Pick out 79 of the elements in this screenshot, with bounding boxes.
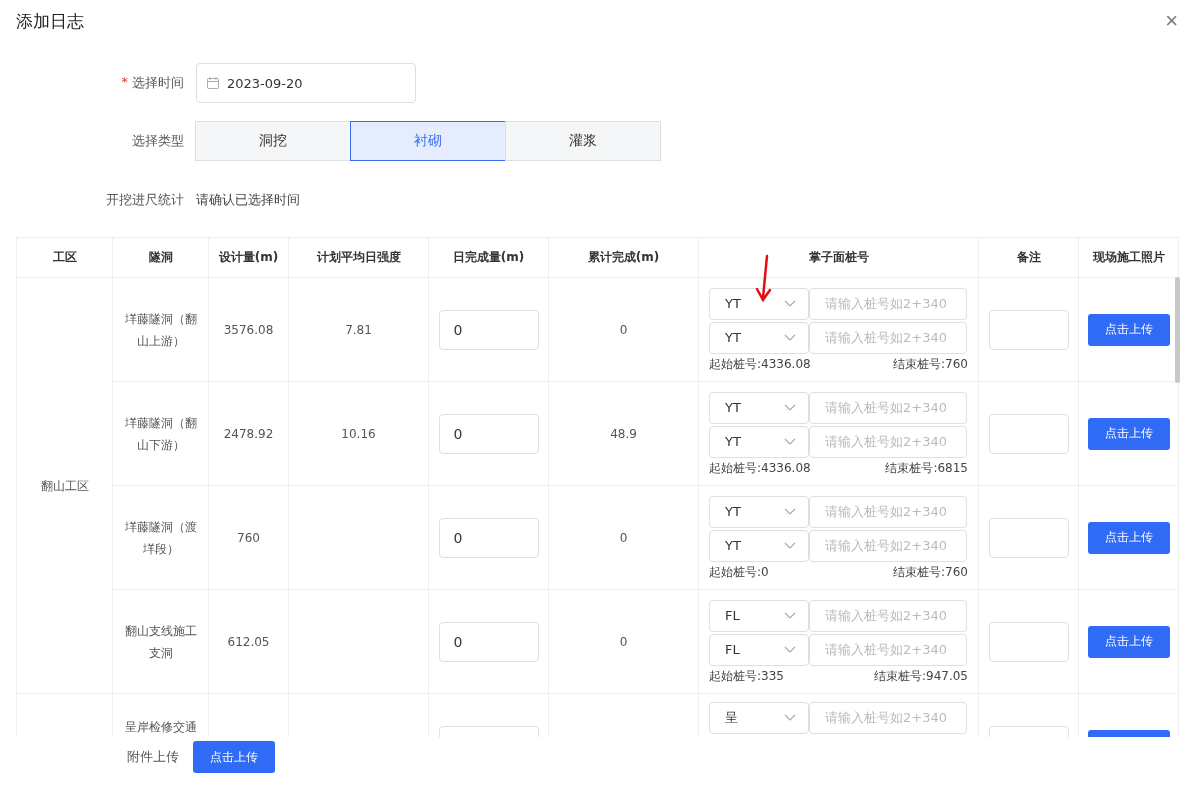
required-mark: * (121, 74, 128, 91)
daily-amount-input[interactable]: 0 (438, 413, 539, 454)
daily-amount-input[interactable]: 0 (438, 621, 539, 662)
design-amount: 2478.92 (223, 426, 274, 441)
plan-intensity: 10.16 (341, 426, 376, 441)
chevron-down-icon (784, 645, 796, 654)
upload-button[interactable]: 点击上传 (1087, 313, 1170, 346)
tunnel-name: 垟藤隧洞（翻山下游） (124, 415, 197, 452)
tunnel-name: 垟藤隧洞（渡垟段） (124, 519, 197, 556)
scrollbar-thumb[interactable] (1175, 277, 1180, 383)
end-stake: 结束桩号:760 (893, 355, 968, 372)
end-stake: 结束桩号:947.05 (873, 667, 968, 684)
type-option[interactable]: 灌浆 (505, 121, 661, 161)
type-option[interactable]: 衬砌 (350, 121, 506, 161)
close-button[interactable]: × (1159, 8, 1184, 34)
upload-button[interactable]: 点击上传 (1087, 417, 1170, 450)
chevron-down-icon (784, 299, 796, 308)
prefix-select[interactable]: YT (709, 321, 809, 354)
column-header: 累计完成(m) (548, 237, 699, 278)
column-header: 日完成量(m) (428, 237, 549, 278)
plan-intensity: 7.81 (345, 322, 372, 337)
prefix-select[interactable]: FL (709, 599, 809, 632)
prefix-select[interactable]: YT (709, 425, 809, 458)
chevron-down-icon (784, 611, 796, 620)
prefix-select[interactable]: YT (709, 529, 809, 562)
tunnel-name: 呈岸检修交通 (124, 720, 197, 734)
total-amount: 0 (619, 634, 628, 649)
end-stake: 结束桩号:760 (893, 563, 968, 580)
column-header: 备注 (978, 237, 1079, 278)
calendar-icon (207, 77, 219, 89)
total-amount: 0 (619, 322, 628, 337)
remark-input[interactable] (988, 309, 1069, 350)
start-stake: 起始桩号:0 (709, 563, 769, 580)
column-header: 工区 (16, 237, 113, 278)
design-amount: 3576.08 (223, 322, 274, 337)
attachment-upload-button[interactable]: 点击上传 (193, 741, 275, 773)
remark-input[interactable] (988, 413, 1069, 454)
column-header: 掌子面桩号 (698, 237, 979, 278)
total-amount: 0 (619, 530, 628, 545)
column-header: 计划平均日强度 (288, 237, 429, 278)
chevron-down-icon (784, 333, 796, 342)
chevron-down-icon (784, 541, 796, 550)
type-label: 选择类型 (132, 132, 184, 150)
start-stake: 起始桩号:4336.08 (709, 355, 811, 372)
annotation-arrow (754, 254, 774, 304)
column-header: 隧洞 (112, 237, 209, 278)
chevron-down-icon (784, 714, 796, 722)
prefix-select[interactable]: YT (709, 495, 809, 528)
stats-label: 开挖进尺统计 (106, 191, 184, 209)
upload-button[interactable]: 点击上传 (1087, 521, 1170, 554)
date-field[interactable]: 2023-09-20 (196, 63, 416, 103)
date-label: 选择时间 (132, 74, 184, 92)
tunnel-name: 垟藤隧洞（翻山上游） (124, 311, 197, 348)
design-amount: 612.05 (227, 634, 270, 649)
prefix-select[interactable]: 呈 (709, 702, 809, 734)
start-stake: 起始桩号:4336.08 (709, 459, 811, 476)
chevron-down-icon (784, 437, 796, 446)
start-stake: 起始桩号:335 (709, 667, 784, 684)
dialog-title: 添加日志 (16, 9, 84, 33)
work-area: 翻山工区 (40, 478, 89, 493)
prefix-select[interactable]: FL (709, 633, 809, 666)
design-amount: 760 (237, 530, 260, 545)
attachment-label: 附件上传 (127, 748, 179, 766)
stats-value: 请确认已选择时间 (196, 191, 300, 209)
remark-input[interactable] (988, 621, 1069, 662)
column-header: 现场施工照片 (1078, 237, 1179, 278)
daily-amount-input[interactable]: 0 (438, 517, 539, 558)
prefix-select[interactable]: YT (709, 287, 809, 320)
remark-input[interactable] (988, 517, 1069, 558)
daily-amount-input[interactable]: 0 (438, 309, 539, 350)
chevron-down-icon (784, 507, 796, 516)
prefix-select[interactable]: YT (709, 391, 809, 424)
column-header: 设计量(m) (208, 237, 289, 278)
chevron-down-icon (784, 403, 796, 412)
upload-button[interactable]: 点击上传 (1087, 625, 1170, 658)
total-amount: 48.9 (610, 426, 637, 441)
end-stake: 结束桩号:6815 (885, 459, 968, 476)
tunnel-name: 翻山支线施工支洞 (124, 623, 197, 660)
type-option[interactable]: 洞挖 (195, 121, 351, 161)
